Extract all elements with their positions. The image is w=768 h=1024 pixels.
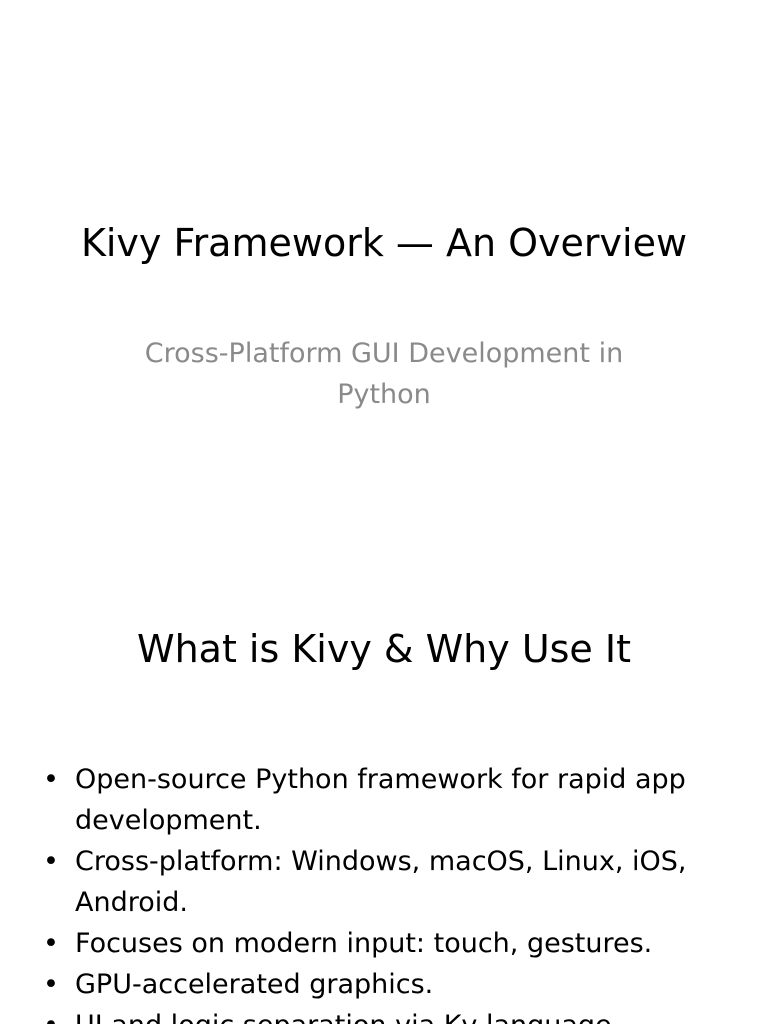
title-slide: Kivy Framework — An Overview Cross-Platf…: [0, 0, 768, 576]
bullet-icon: •: [43, 1005, 63, 1024]
list-item: • GPU-accelerated graphics.: [40, 964, 730, 1005]
list-item: • Focuses on modern input: touch, gesture…: [40, 923, 730, 964]
bullet-icon: •: [43, 764, 59, 795]
slide-title: Kivy Framework — An Overview: [80, 221, 688, 265]
list-item: • UI and logic separation via Kv language…: [40, 1005, 730, 1024]
bullet-list: • Open-source Python framework for rapid …: [40, 759, 730, 1024]
slide-heading: What is Kivy & Why Use It: [137, 627, 631, 671]
bullet-text: Cross-platform: Windows, macOS, Linux, i…: [75, 846, 687, 918]
bullet-text: Focuses on modern input: touch, gestures…: [75, 928, 653, 959]
bullet-icon: •: [43, 969, 59, 1000]
bullet-text: GPU-accelerated graphics.: [75, 969, 434, 1000]
content-slide: What is Kivy & Why Use It • Open-source P…: [0, 576, 768, 1024]
bullet-text: UI and logic separation via Kv language.: [75, 1010, 620, 1024]
list-item: • Open-source Python framework for rapid …: [40, 759, 730, 841]
bullet-icon: •: [43, 846, 59, 877]
bullet-text: Open-source Python framework for rapid a…: [75, 764, 686, 836]
bullet-icon: •: [43, 928, 59, 959]
list-item: • Cross-platform: Windows, macOS, Linux, …: [40, 841, 730, 923]
slide-subtitle: Cross-Platform GUI Development in Python: [144, 338, 624, 410]
